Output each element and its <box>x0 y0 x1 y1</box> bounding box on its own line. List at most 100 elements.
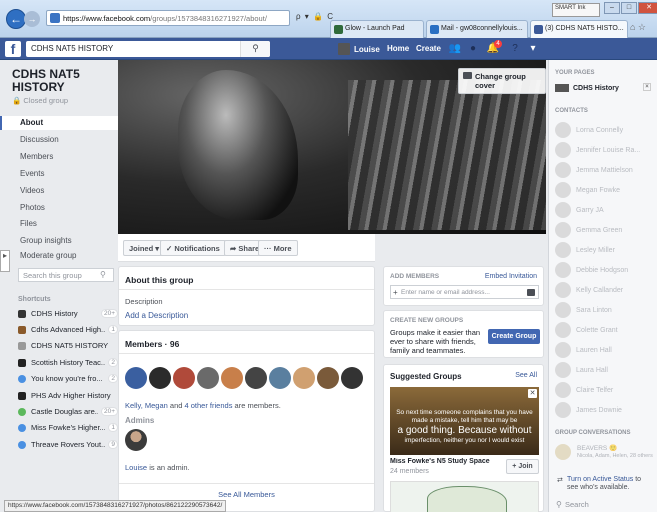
shortcut-item[interactable]: Scottish History Teac... 2 <box>18 358 118 367</box>
member-avatar[interactable] <box>125 367 147 389</box>
contact-item[interactable]: Laura Hall <box>555 362 653 378</box>
notifications-button[interactable]: ✓ Notifications <box>160 240 226 256</box>
contact-item[interactable]: Garry JA <box>555 202 653 218</box>
profile-link[interactable]: Louise <box>338 43 380 55</box>
member-avatar[interactable] <box>269 367 291 389</box>
contact-item[interactable]: Claire Telfer <box>555 382 653 398</box>
suggested-group-member-count: 24 members <box>390 468 429 475</box>
nav-members[interactable]: Members <box>0 152 118 161</box>
contact-item[interactable]: Debbie Hodgson <box>555 262 653 278</box>
group-title[interactable]: CDHS NAT5 HISTORY <box>12 68 112 94</box>
status-bar-url: https://www.facebook.com/157384831627192… <box>4 500 227 512</box>
minimize-button[interactable]: – <box>604 2 620 14</box>
create-link[interactable]: Create <box>416 44 441 53</box>
group-cover-photo[interactable]: Change group cover <box>118 60 546 234</box>
contact-item[interactable]: Colette Grant <box>555 322 653 338</box>
add-description-link[interactable]: Add a Description <box>125 311 188 320</box>
contact-name: Jennifer Louise Ra... <box>576 146 641 154</box>
change-group-cover-button[interactable]: Change group cover <box>458 68 546 94</box>
contact-item[interactable]: Jemma Mattielson <box>555 162 653 178</box>
see-all-suggested-link[interactable]: See All <box>515 372 537 379</box>
sidebar-toggle-handle[interactable]: ▸ <box>0 250 10 272</box>
contact-item[interactable]: Sara Linton <box>555 302 653 318</box>
contact-item[interactable]: Megan Fowke <box>555 182 653 198</box>
address-bar[interactable]: https://www.facebook.com/groups/15738483… <box>46 10 290 26</box>
close-icon[interactable]: × <box>643 83 651 91</box>
nav-events[interactable]: Events <box>0 169 118 178</box>
facebook-logo-icon[interactable]: f <box>5 41 21 57</box>
member-avatar[interactable] <box>221 367 243 389</box>
member-avatar[interactable] <box>245 367 267 389</box>
admin-avatar[interactable] <box>125 429 147 451</box>
help-icon[interactable]: ? <box>508 42 522 56</box>
shortcut-item[interactable]: You know you're fro... 2 <box>18 374 118 383</box>
shortcut-item[interactable]: Miss Fowke's Higher... 1 <box>18 423 118 432</box>
member-names-link[interactable]: Kelly, Megan <box>125 401 168 410</box>
other-friends-link[interactable]: 4 other friends <box>185 401 233 410</box>
maximize-button[interactable]: □ <box>621 2 637 14</box>
member-avatar[interactable] <box>317 367 339 389</box>
messenger-icon[interactable]: ● <box>466 42 480 56</box>
contact-item[interactable]: Lesley Miller <box>555 242 653 258</box>
nav-about[interactable]: About <box>0 116 118 130</box>
turn-on-active-status-link[interactable]: Turn on Active Status <box>567 476 633 483</box>
account-menu-caret-icon[interactable]: ▾ <box>526 42 540 56</box>
smart-ink-toolbar[interactable]: SMART Ink <box>552 3 600 17</box>
member-avatar[interactable] <box>173 367 195 389</box>
admin-name-link[interactable]: Louise <box>125 463 147 472</box>
create-group-button[interactable]: Create Group <box>488 329 540 344</box>
your-page-item[interactable]: CDHS History × <box>555 83 653 92</box>
shortcut-item[interactable]: CDHS History 20+ <box>18 309 118 318</box>
chat-search-input[interactable]: ⚲ Search <box>553 498 653 512</box>
forward-button[interactable]: → <box>24 11 40 27</box>
shortcut-item[interactable]: Threave Rovers Yout... 9 <box>18 440 118 449</box>
nav-photos[interactable]: Photos <box>0 203 118 212</box>
see-all-members-link[interactable]: See All Members <box>119 483 374 499</box>
home-star-gear-icons[interactable]: ⌂ ☆ <box>630 22 646 33</box>
tab-glow[interactable]: Glow - Launch Pad <box>330 20 424 38</box>
conversation-name[interactable]: BEAVERS 🙂 <box>577 444 617 452</box>
contact-item[interactable]: Jennifer Louise Ra... <box>555 142 653 158</box>
members-card-title[interactable]: Members · 96 <box>125 339 179 349</box>
tab-mail[interactable]: Mail - gw08connellylouis... <box>426 20 528 38</box>
search-icon[interactable]: ⚲ <box>240 41 270 57</box>
address-controls[interactable]: ρ ▾ 🔒 C <box>296 12 334 21</box>
member-avatar[interactable] <box>197 367 219 389</box>
nav-discussion[interactable]: Discussion <box>0 135 118 144</box>
shortcut-item[interactable]: CDHS NAT5 HISTORY <box>18 341 118 350</box>
close-icon[interactable]: ✕ <box>528 389 537 398</box>
contact-item[interactable]: James Downie <box>555 402 653 418</box>
nav-videos[interactable]: Videos <box>0 186 118 195</box>
shortcut-item[interactable]: PHS Adv Higher History <box>18 391 118 400</box>
add-member-input[interactable]: + Enter name or email address... <box>390 285 539 299</box>
more-button[interactable]: ··· More <box>258 240 298 256</box>
group-conversations-heading: GROUP CONVERSATIONS <box>555 430 631 436</box>
nav-group-insights[interactable]: Group insights <box>0 236 118 245</box>
suggested-group-name-link[interactable]: Miss Fowke's N5 Study Space <box>390 458 498 465</box>
conversation-avatar[interactable] <box>555 444 571 460</box>
tab-facebook[interactable]: (3) CDHS NAT5 HISTO... <box>530 20 628 38</box>
shortcut-item[interactable]: Cdhs Advanced High... 1 <box>18 325 118 334</box>
suggested-group-cover-2[interactable] <box>390 481 539 512</box>
address-book-icon[interactable] <box>527 289 535 296</box>
search-icon[interactable]: ⚲ <box>100 270 106 279</box>
member-avatar[interactable] <box>293 367 315 389</box>
facebook-search-input[interactable]: CDHS NAT5 HISTORY <box>26 41 270 57</box>
suggested-group-cover[interactable]: ✕ So next time someone complains that yo… <box>390 387 539 455</box>
contact-item[interactable]: Lauren Hall <box>555 342 653 358</box>
member-avatar[interactable] <box>149 367 171 389</box>
shortcut-item[interactable]: Castle Douglas are... 20+ <box>18 407 118 416</box>
nav-files[interactable]: Files <box>0 219 118 228</box>
member-avatar[interactable] <box>341 367 363 389</box>
home-link[interactable]: Home <box>387 44 409 53</box>
joined-button[interactable]: Joined ▾ <box>123 240 166 256</box>
contact-item[interactable]: Lorna Connelly <box>555 122 653 138</box>
friend-requests-icon[interactable]: 👥 <box>448 42 462 56</box>
contact-item[interactable]: Gemma Green <box>555 222 653 238</box>
join-group-button[interactable]: + Join <box>506 459 539 474</box>
embed-invitation-link[interactable]: Embed Invitation <box>485 273 537 280</box>
nav-moderate-group[interactable]: Moderate group <box>0 251 118 260</box>
back-button[interactable]: ← <box>6 9 26 29</box>
contact-item[interactable]: Kelly Callander <box>555 282 653 298</box>
close-window-button[interactable]: ✕ <box>638 2 657 14</box>
